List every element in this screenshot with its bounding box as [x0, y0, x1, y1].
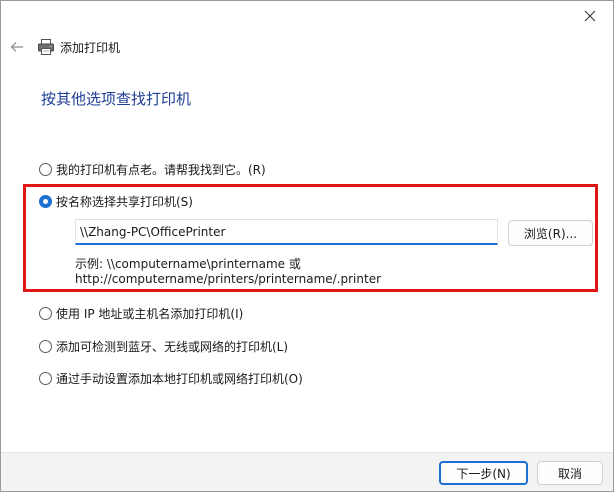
option-shared-printer[interactable]: 按名称选择共享打印机(S) [39, 193, 193, 210]
example-hint-line2: http://computername/printers/printername… [75, 272, 382, 286]
option-old-printer[interactable]: 我的打印机有点老。请帮我找到它。(R) [39, 161, 266, 178]
shared-printer-path-input[interactable] [75, 219, 498, 245]
option-shared-printer-label[interactable]: 按名称选择共享打印机(S) [56, 193, 193, 210]
radio-bluetooth-wireless[interactable] [39, 340, 52, 353]
option-ip-address-label[interactable]: 使用 IP 地址或主机名添加打印机(I) [56, 305, 243, 322]
radio-local-manual[interactable] [39, 372, 52, 385]
browse-button[interactable]: 浏览(R)... [508, 220, 593, 246]
back-arrow-icon[interactable] [10, 41, 24, 53]
next-button[interactable]: 下一步(N) [439, 461, 528, 485]
radio-shared-printer[interactable] [39, 195, 52, 208]
back-button[interactable] [7, 37, 27, 57]
window-title: 添加打印机 [60, 41, 121, 55]
cancel-button[interactable]: 取消 [537, 461, 603, 485]
page-heading: 按其他选项查找打印机 [41, 90, 192, 108]
add-printer-dialog: 添加打印机 按其他选项查找打印机 我的打印机有点老。请帮我找到它。(R) 按名称… [0, 0, 614, 492]
option-local-manual[interactable]: 通过手动设置添加本地打印机或网络打印机(O) [39, 370, 303, 387]
example-hint: 示例: \\computername\printername 或 http://… [75, 257, 381, 287]
example-hint-line1: 示例: \\computername\printername 或 [75, 257, 301, 271]
printer-icon [38, 39, 54, 55]
option-old-printer-label[interactable]: 我的打印机有点老。请帮我找到它。(R) [56, 161, 266, 178]
option-local-manual-label[interactable]: 通过手动设置添加本地打印机或网络打印机(O) [56, 370, 303, 387]
close-icon[interactable] [584, 10, 596, 22]
radio-ip-address[interactable] [39, 307, 52, 320]
radio-old-printer[interactable] [39, 163, 52, 176]
dialog-footer: 下一步(N) 取消 [1, 452, 613, 491]
option-ip-address[interactable]: 使用 IP 地址或主机名添加打印机(I) [39, 305, 243, 322]
option-bluetooth-wireless-label[interactable]: 添加可检测到蓝牙、无线或网络的打印机(L) [56, 338, 288, 355]
close-button[interactable] [567, 1, 613, 31]
option-bluetooth-wireless[interactable]: 添加可检测到蓝牙、无线或网络的打印机(L) [39, 338, 288, 355]
